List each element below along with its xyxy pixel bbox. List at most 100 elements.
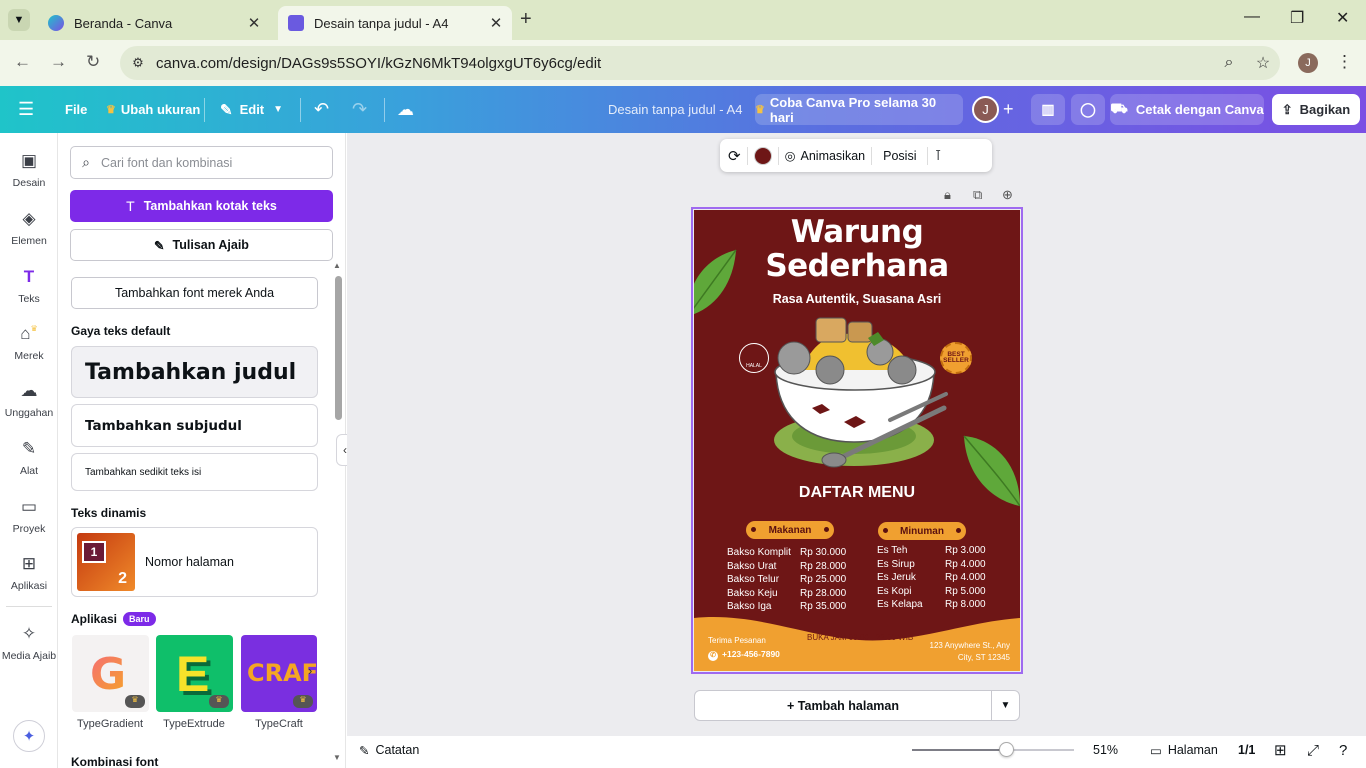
- menu-item-name[interactable]: Bakso Urat: [727, 561, 776, 572]
- menu-item-price[interactable]: Rp 35.000: [800, 601, 846, 612]
- panel-scrollbar[interactable]: [335, 276, 342, 420]
- rail-item-design[interactable]: ▣ Desain: [0, 151, 58, 189]
- add-body-text-card[interactable]: Tambahkan sedikit teks isi: [71, 453, 318, 491]
- page-number-card[interactable]: 1 2 Nomor halaman: [71, 527, 318, 597]
- rail-item-apps[interactable]: ⊞ Aplikasi: [0, 554, 58, 592]
- close-window-icon[interactable]: ✕: [1336, 8, 1349, 28]
- menu-item-price[interactable]: Rp 4.000: [945, 572, 986, 583]
- menu-item-price[interactable]: Rp 25.000: [800, 574, 846, 585]
- font-search-input[interactable]: ⌕ Cari font dan kombinasi: [70, 146, 333, 179]
- bookmark-star-icon[interactable]: ☆: [1246, 53, 1280, 73]
- menu-item-price[interactable]: Rp 8.000: [945, 599, 986, 610]
- add-textbox-button[interactable]: T Tambahkan kotak teks: [70, 190, 333, 222]
- share-button[interactable]: ⇪ Bagikan: [1272, 94, 1360, 125]
- rail-item-uploads[interactable]: ☁ Unggahan: [0, 381, 58, 419]
- design-page[interactable]: Warung Sederhana Rasa Autentik, Suasana …: [694, 210, 1020, 671]
- rail-item-brand[interactable]: ⌂♛ Merek: [0, 324, 58, 362]
- menu-item-name[interactable]: Es Kopi: [877, 586, 911, 597]
- scroll-down-arrow-icon[interactable]: ▼: [333, 753, 341, 762]
- reload-icon[interactable]: ↻: [86, 52, 100, 72]
- grid-view-icon[interactable]: ⊞: [1274, 736, 1287, 764]
- drink-category-pill[interactable]: Minuman: [878, 522, 966, 540]
- menu-item-price[interactable]: Rp 28.000: [800, 588, 846, 599]
- add-page-icon[interactable]: ⊕: [1002, 187, 1013, 203]
- menu-item-name[interactable]: Bakso Komplit: [727, 547, 791, 558]
- site-info-icon[interactable]: ⚙: [120, 55, 156, 71]
- back-icon[interactable]: ←: [14, 52, 31, 72]
- fullscreen-icon[interactable]: ⤢: [1307, 736, 1319, 764]
- menu-item-name[interactable]: Bakso Telur: [727, 574, 779, 585]
- profile-avatar[interactable]: J: [1298, 53, 1318, 73]
- animate-button[interactable]: ◎ Animasikan: [785, 148, 866, 164]
- address[interactable]: 123 Anywhere St., Any City, ST 12345: [894, 640, 1011, 663]
- add-brand-font-button[interactable]: Tambahkan font merek Anda: [71, 277, 318, 309]
- menu-item-name[interactable]: Es Kelapa: [877, 599, 923, 610]
- app-typecraft[interactable]: CRAFT ♛: [241, 635, 317, 712]
- magic-write-button[interactable]: ✎ Tulisan Ajaib: [70, 229, 333, 261]
- comment-icon[interactable]: ◯: [1071, 94, 1105, 125]
- undo-icon[interactable]: ↶: [314, 86, 329, 133]
- close-tab-icon[interactable]: ✕: [486, 14, 506, 32]
- rail-item-elements[interactable]: ◈ Elemen: [0, 209, 58, 247]
- apps-next-chevron-icon[interactable]: ›: [308, 663, 312, 678]
- help-icon[interactable]: ?: [1339, 736, 1347, 764]
- zoom-level[interactable]: 51%: [1093, 736, 1118, 764]
- close-tab-icon[interactable]: ✕: [244, 14, 264, 32]
- pro-trial-button[interactable]: ♛ Coba Canva Pro selama 30 hari: [755, 94, 963, 125]
- ai-edit-icon[interactable]: ⟳: [728, 147, 741, 165]
- tab-search-chevron-icon[interactable]: ▼: [8, 9, 30, 31]
- edit-menu[interactable]: ✎ Edit ▼: [220, 86, 283, 133]
- new-tab-icon[interactable]: +: [520, 8, 532, 31]
- minimize-icon[interactable]: —: [1244, 8, 1260, 26]
- zoom-icon[interactable]: ⌕: [1212, 54, 1246, 72]
- scroll-up-arrow-icon[interactable]: ▲: [333, 261, 341, 270]
- rail-item-text[interactable]: T Teks: [0, 267, 58, 305]
- paint-roller-icon[interactable]: ⊺: [934, 147, 941, 164]
- menu-item-name[interactable]: Es Jeruk: [877, 572, 916, 583]
- add-page-button[interactable]: + Tambah halaman ▼: [694, 690, 1020, 721]
- chevron-down-icon[interactable]: ▼: [991, 691, 1019, 720]
- pages-button[interactable]: ▭ Halaman: [1150, 736, 1218, 764]
- add-heading-card[interactable]: Tambahkan judul: [71, 346, 318, 398]
- resize-button[interactable]: ♛ Ubah ukuran: [106, 86, 200, 133]
- lock-icon[interactable]: 🔒︎: [944, 187, 951, 203]
- add-subheading-card[interactable]: Tambahkan subjudul: [71, 404, 318, 447]
- menu-item-price[interactable]: Rp 4.000: [945, 559, 986, 570]
- user-avatar[interactable]: J: [972, 96, 999, 123]
- restore-icon[interactable]: ❐: [1290, 8, 1304, 28]
- rail-item-projects[interactable]: ▭ Proyek: [0, 497, 58, 535]
- zoom-slider[interactable]: [912, 742, 1074, 757]
- zoom-slider-knob[interactable]: [999, 742, 1014, 757]
- order-label[interactable]: Terima Pesanan: [708, 636, 766, 645]
- food-category-pill[interactable]: Makanan: [746, 521, 834, 539]
- poster-subtitle[interactable]: Rasa Autentik, Suasana Asri: [694, 292, 1020, 306]
- browser-tab-home[interactable]: Beranda - Canva ✕: [38, 6, 270, 40]
- file-menu[interactable]: File: [65, 86, 87, 133]
- menu-heading[interactable]: DAFTAR MENU: [694, 484, 1020, 502]
- rail-item-tools[interactable]: ✎ Alat: [0, 439, 58, 477]
- rail-item-magic-media[interactable]: ✧ Media Ajaib: [0, 624, 58, 662]
- app-typeextrude[interactable]: E ♛: [156, 635, 233, 712]
- forward-icon[interactable]: →: [50, 52, 67, 72]
- menu-item-name[interactable]: Bakso Keju: [727, 588, 778, 599]
- menu-item-name[interactable]: Bakso Iga: [727, 601, 771, 612]
- color-swatch[interactable]: [753, 146, 772, 165]
- poster-title-line2[interactable]: Sederhana: [694, 248, 1020, 284]
- position-button[interactable]: Posisi: [878, 149, 921, 163]
- invite-plus-icon[interactable]: +: [1003, 86, 1019, 133]
- redo-icon[interactable]: ↷: [352, 86, 367, 133]
- notes-button[interactable]: ✎ Catatan: [359, 736, 419, 764]
- browser-menu-icon[interactable]: ⋮: [1336, 52, 1353, 72]
- menu-item-price[interactable]: Rp 28.000: [800, 561, 846, 572]
- cloud-saved-icon[interactable]: ☁: [397, 86, 414, 133]
- magic-assistant-icon[interactable]: ✦: [13, 720, 45, 752]
- menu-item-name[interactable]: Es Sirup: [877, 559, 915, 570]
- duplicate-page-icon[interactable]: ⧉: [973, 187, 982, 203]
- menu-item-price[interactable]: Rp 5.000: [945, 586, 986, 597]
- poster-title-line1[interactable]: Warung: [694, 214, 1020, 250]
- phone-number[interactable]: ✆ +123-456-7890: [708, 649, 780, 661]
- url-text[interactable]: canva.com/design/DAGs9s5SOYI/kGzN6MkT94o…: [156, 55, 1212, 72]
- address-bar[interactable]: ⚙ canva.com/design/DAGs9s5SOYI/kGzN6MkT9…: [120, 46, 1280, 80]
- print-button[interactable]: ⛟ Cetak dengan Canva: [1110, 94, 1264, 125]
- menu-item-price[interactable]: Rp 30.000: [800, 547, 846, 558]
